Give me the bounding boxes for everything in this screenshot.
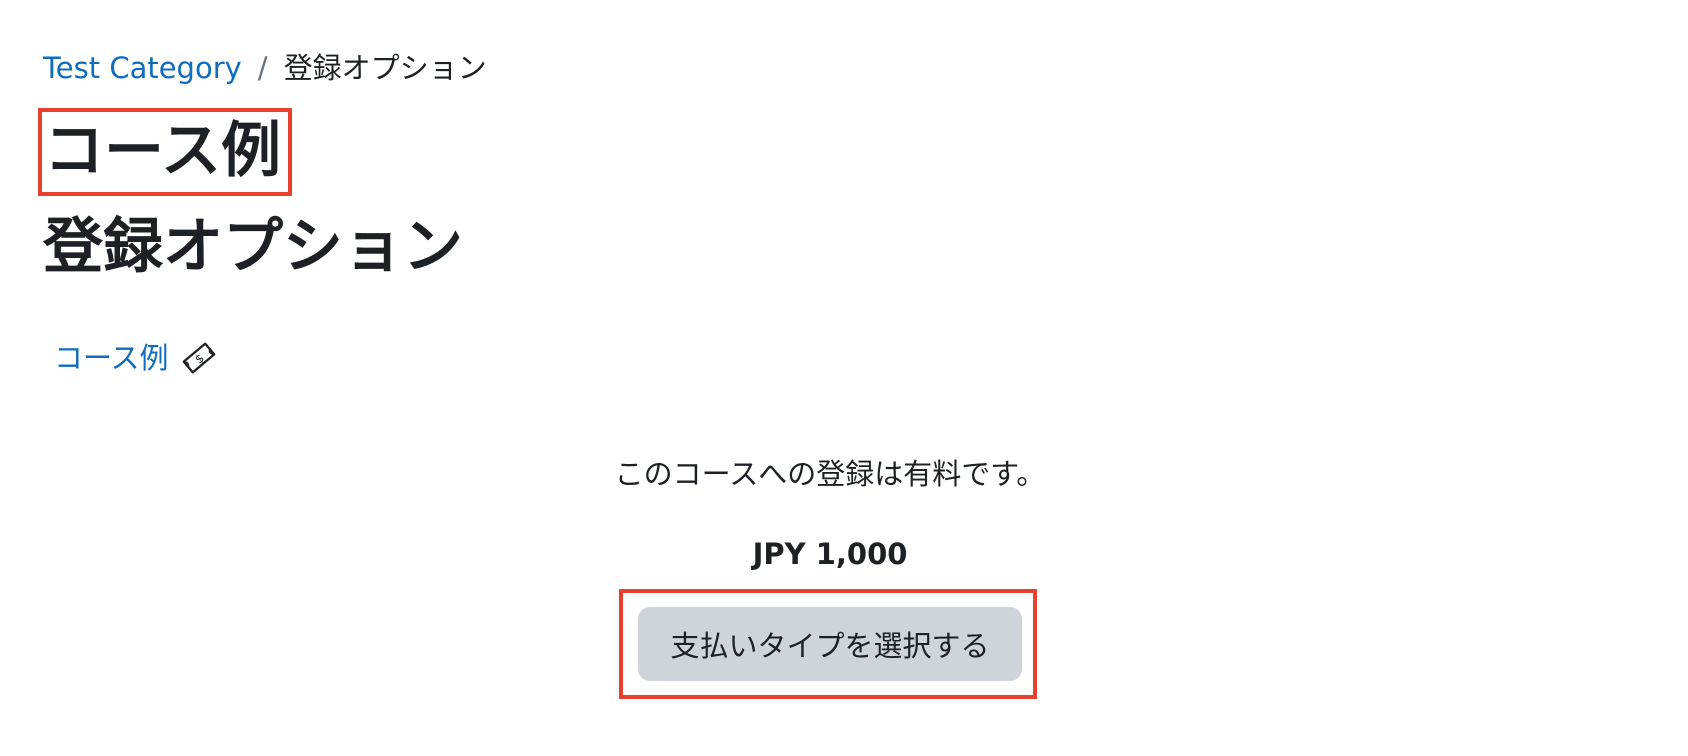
enrolment-fee-message: このコースへの登録は有料です。 xyxy=(614,457,1046,491)
payment-bill-icon: $ xyxy=(179,338,219,378)
course-title: コース例 xyxy=(44,116,281,186)
page-heading: 登録オプション xyxy=(43,212,463,282)
svg-text:$: $ xyxy=(192,351,207,367)
breadcrumb-category-link[interactable]: Test Category xyxy=(43,50,242,86)
enrolment-cost: JPY 1,000 xyxy=(752,537,908,571)
course-link[interactable]: コース例 xyxy=(54,338,169,378)
select-payment-type-button[interactable]: 支払いタイプを選択する xyxy=(638,607,1022,681)
breadcrumb-current: 登録オプション xyxy=(283,51,487,85)
breadcrumb-separator: / xyxy=(257,51,268,85)
breadcrumb: Test Category / 登録オプション xyxy=(43,50,487,86)
course-link-row: コース例 $ xyxy=(54,338,219,378)
page: Test Category / 登録オプション コース例 登録オプション コース… xyxy=(0,0,1688,756)
